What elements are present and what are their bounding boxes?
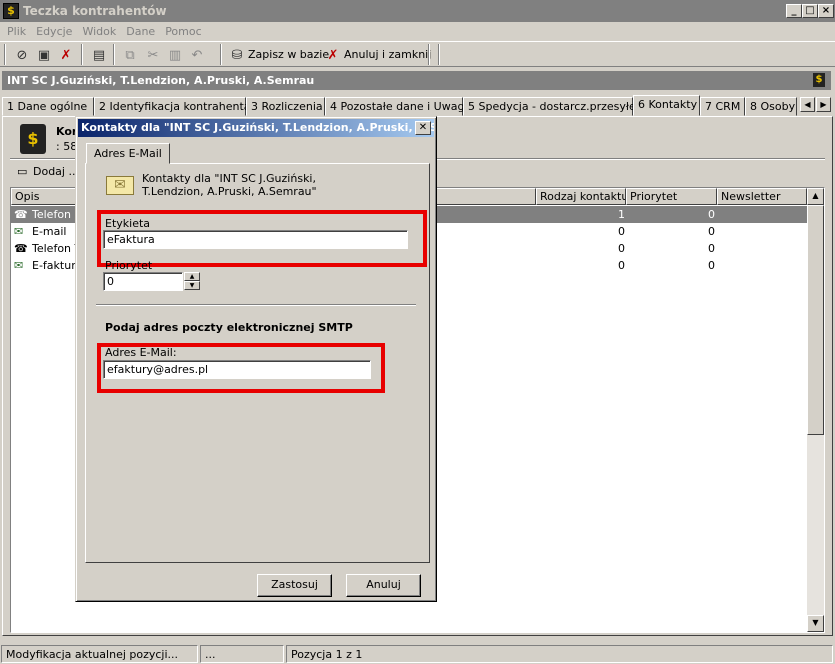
toolbar-separator — [428, 44, 430, 65]
maximize-button[interactable]: □ — [802, 4, 818, 18]
status-message: Modyfikacja aktualnej pozycji... — [1, 645, 198, 663]
cell-opis: E-mail — [32, 225, 67, 238]
column-header-priorytet[interactable]: Priorytet — [626, 188, 717, 205]
column-header-rodzaj[interactable]: Rodzaj kontaktu — [536, 188, 626, 205]
status-bar: Modyfikacja aktualnej pozycji... ... Poz… — [0, 644, 835, 664]
cell-newsletter: 0 — [708, 225, 715, 238]
tab-dane-ogolne[interactable]: 1 Dane ogólne — [2, 97, 94, 116]
cancel-close-icon[interactable]: ✗ — [324, 46, 342, 64]
priorytet-label: Priorytet — [105, 259, 153, 272]
app-icon: $ — [3, 3, 19, 19]
tab-osoby[interactable]: 8 Osoby — [745, 97, 797, 116]
tab-identyfikacja[interactable]: 2 Identyfikacja kontrahenta — [94, 97, 251, 116]
column-header-newsletter[interactable]: Newsletter — [717, 188, 807, 205]
email-icon: ✉ — [14, 259, 24, 272]
email-icon: ✉ — [14, 225, 24, 238]
menu-dane[interactable]: Dane — [121, 25, 160, 38]
apply-button[interactable]: Zastosuj — [257, 574, 332, 597]
menu-edycje[interactable]: Edycje — [31, 25, 77, 38]
separator — [96, 304, 416, 306]
vertical-scrollbar[interactable]: ▲ ▼ — [807, 188, 824, 632]
properties-icon[interactable]: ▤ — [90, 46, 108, 64]
undo-icon[interactable]: ↶ — [188, 46, 206, 64]
tab-scroll-left-button[interactable]: ◀ — [800, 97, 815, 112]
menu-pomoc[interactable]: Pomoc — [160, 25, 206, 38]
toolbar-separator — [220, 44, 222, 65]
add-contact-button[interactable]: Dodaj ... — [33, 165, 79, 178]
spin-down-button[interactable]: ▼ — [184, 281, 200, 290]
tab-spedycja[interactable]: 5 Spedycja - dostarcz.przesyłek — [463, 97, 642, 116]
cell-priorytet: 1 — [618, 208, 625, 221]
status-middle: ... — [200, 645, 284, 663]
record-header: INT SC J.Guziński, T.Lendzion, A.Pruski,… — [2, 71, 831, 90]
toolbar: ⊘ ▣ ✗ ▤ ⧉ ✂ ▥ ↶ ⛁ Zapisz w bazie ✗ Anulu… — [0, 41, 835, 67]
dialog-close-button[interactable]: ✕ — [415, 121, 431, 135]
tab-pozostale-dane[interactable]: 4 Pozostałe dane i Uwagi — [325, 97, 467, 116]
dialog-cancel-button[interactable]: Anuluj — [346, 574, 421, 597]
cell-priorytet: 0 — [618, 242, 625, 255]
save-button[interactable]: Zapisz w bazie — [248, 48, 329, 61]
cell-opis: E-faktur — [32, 259, 76, 272]
find-icon[interactable]: ⊘ — [13, 46, 31, 64]
close-button[interactable]: × — [818, 4, 834, 18]
cell-opis: Telefon T — [32, 242, 82, 255]
cancel-close-button[interactable]: Anuluj i zamknij — [344, 48, 431, 61]
cell-newsletter: 0 — [708, 242, 715, 255]
tab-adres-email[interactable]: Adres E-Mail — [86, 143, 170, 164]
delete-icon[interactable]: ✗ — [57, 46, 75, 64]
cell-priorytet: 0 — [618, 225, 625, 238]
window-title-bar: $ Teczka kontrahentów _ □ × — [0, 0, 835, 22]
save-disk-icon[interactable]: ▣ — [35, 46, 53, 64]
window-title: Teczka kontrahentów — [23, 4, 167, 18]
email-input[interactable] — [103, 360, 371, 379]
spin-up-button[interactable]: ▲ — [184, 272, 200, 281]
toolbar-separator — [81, 44, 83, 65]
tab-crm[interactable]: 7 CRM — [700, 97, 745, 116]
tab-scroll-right-button[interactable]: ▶ — [816, 97, 831, 112]
priorytet-input[interactable] — [103, 272, 183, 291]
briefcase-icon: $ — [20, 124, 46, 154]
cell-newsletter: 0 — [708, 259, 715, 272]
tab-strip: 1 Dane ogólne 2 Identyfikacja kontrahent… — [2, 95, 831, 116]
scroll-down-button[interactable]: ▼ — [807, 615, 824, 632]
cell-opis: Telefon — [32, 208, 72, 221]
minimize-button[interactable]: _ — [786, 4, 802, 18]
copy-icon[interactable]: ⧉ — [121, 46, 139, 64]
toolbar-separator — [4, 44, 6, 65]
cell-priorytet: 0 — [618, 259, 625, 272]
save-db-icon[interactable]: ⛁ — [228, 46, 246, 64]
toolbar-separator — [113, 44, 115, 65]
dialog-title-bar: Kontakty dla "INT SC J.Guziński, T.Lendz… — [78, 119, 434, 137]
cut-icon[interactable]: ✂ — [144, 46, 162, 64]
toolbar-separator — [438, 44, 440, 65]
tab-rozliczenia[interactable]: 3 Rozliczenia — [246, 97, 325, 116]
scroll-up-button[interactable]: ▲ — [807, 188, 824, 205]
dollar-icon: $ — [813, 73, 825, 87]
dialog-info: Kontakty dla "INT SC J.Guziński, T.Lendz… — [142, 172, 317, 198]
record-title: INT SC J.Guziński, T.Lendzion, A.Pruski,… — [7, 74, 315, 87]
paste-icon[interactable]: ▥ — [166, 46, 184, 64]
envelope-icon: ✉ — [106, 176, 134, 195]
contact-dialog: Kontakty dla "INT SC J.Guziński, T.Lendz… — [75, 116, 437, 602]
phone-icon: ☎ — [14, 208, 28, 221]
menu-widok[interactable]: Widok — [77, 25, 121, 38]
tab-kontakty[interactable]: 6 Kontakty — [633, 95, 700, 116]
phone-icon: ☎ — [14, 242, 28, 255]
smtp-section-heading: Podaj adres poczty elektronicznej SMTP — [105, 321, 353, 334]
scroll-thumb[interactable] — [807, 205, 824, 435]
status-position: Pozycja 1 z 1 — [286, 645, 833, 663]
cell-newsletter: 0 — [708, 208, 715, 221]
menu-plik[interactable]: Plik — [2, 25, 31, 38]
add-contact-icon[interactable]: ▭ — [17, 165, 27, 178]
menu-bar: Plik Edycje Widok Dane Pomoc — [0, 22, 835, 40]
dialog-pane: ✉ Kontakty dla "INT SC J.Guziński, T.Len… — [85, 163, 430, 563]
etykieta-input[interactable] — [103, 230, 408, 249]
dialog-title: Kontakty dla "INT SC J.Guziński, T.Lendz… — [81, 121, 434, 134]
etykieta-label: Etykieta — [105, 217, 151, 230]
email-label: Adres E-Mail: — [105, 346, 177, 359]
